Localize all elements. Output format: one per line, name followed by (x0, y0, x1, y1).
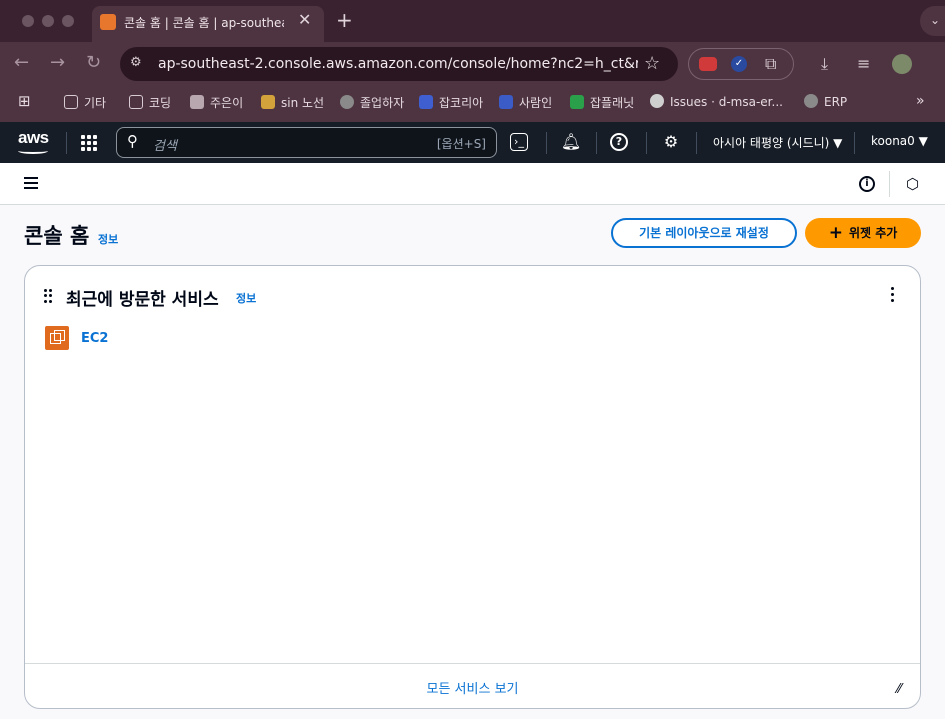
window-minimize-dot[interactable] (42, 15, 54, 27)
info-panel-icon[interactable]: i (859, 176, 875, 192)
divider (696, 132, 697, 154)
divider (646, 132, 647, 154)
divider (854, 132, 855, 154)
site-settings-icon[interactable]: ⚙ (130, 55, 148, 73)
reset-layout-button[interactable]: 기본 레이아웃으로 재설정 (611, 218, 797, 248)
profile-avatar[interactable] (892, 54, 912, 74)
add-widget-label: 위젯 추가 (848, 226, 898, 240)
scale-icon (261, 95, 275, 109)
divider (596, 132, 597, 154)
page-title: 콘솔 홈 (24, 224, 90, 248)
red-extension-icon[interactable] (699, 57, 717, 71)
widget-footer-divider (25, 663, 920, 664)
bookmarks-overflow-icon[interactable]: » (916, 93, 925, 109)
bookmark-star-icon[interactable]: ☆ (644, 53, 660, 74)
settings-gear-icon[interactable]: ⚙ (660, 131, 682, 153)
media-control-icon[interactable]: ≡ (857, 54, 870, 73)
divider (66, 132, 67, 154)
widget-title: 최근에 방문한 서비스 (66, 290, 219, 310)
side-menu-hamburger-icon[interactable] (24, 177, 38, 189)
browser-toolbar: ← → ↻ ⚙ ap-southeast-2.console.aws.amazo… (0, 42, 945, 86)
bookmark-item[interactable]: 잡코리아 (419, 94, 483, 111)
puzzle-extension-icon[interactable]: ⧉ (765, 54, 776, 74)
github-icon (650, 94, 664, 108)
bookmark-item[interactable]: 기타 (64, 94, 106, 111)
bookmark-item[interactable]: 졸업하자 (340, 94, 404, 111)
forward-arrow-icon[interactable]: → (50, 52, 65, 73)
bookmark-item[interactable]: Issues · d-msa-er... (650, 94, 783, 109)
back-arrow-icon[interactable]: ← (14, 52, 29, 73)
cloudshell-icon[interactable]: ›_ (510, 133, 528, 151)
search-shortcut-hint: [옵션+S] (436, 137, 486, 151)
tab-search-chevron-icon[interactable]: ⌄ (920, 6, 945, 36)
notifications-bell-icon[interactable]: 🔔︎ (560, 131, 582, 153)
address-bar[interactable]: ⚙ ap-southeast-2.console.aws.amazon.com/… (120, 47, 678, 81)
jobplanet-icon (570, 95, 584, 109)
jobkorea-icon (419, 95, 433, 109)
chart-icon (190, 95, 204, 109)
bookmark-item[interactable]: 잡플래닛 (570, 94, 634, 111)
reload-icon[interactable]: ↻ (86, 52, 101, 73)
globe-icon (340, 95, 354, 109)
aws-favicon-icon (100, 14, 116, 30)
window-close-dot[interactable] (22, 15, 34, 27)
widget-actions-kebab-icon[interactable] (891, 287, 895, 305)
page-info-link[interactable]: 정보 (98, 231, 118, 247)
globe-icon (804, 94, 818, 108)
aws-logo-smile-icon (18, 148, 48, 154)
plus-icon: + (828, 223, 843, 243)
services-grid-icon[interactable] (81, 135, 97, 151)
extensions-group: ✓ ⧉ (688, 48, 794, 80)
service-link-ec2[interactable]: EC2 (81, 331, 108, 346)
check-extension-icon[interactable]: ✓ (731, 56, 747, 72)
resize-handle-icon[interactable]: ⁄⁄ (897, 682, 901, 697)
browser-tab[interactable]: 콘솔 홈 | 콘솔 홈 | ap-southeast-2 ✕ (92, 6, 324, 42)
search-input[interactable]: ⚲ 검색 [옵션+S] (116, 127, 497, 158)
saramin-icon (499, 95, 513, 109)
search-placeholder: 검색 (153, 139, 177, 154)
drag-handle-icon[interactable] (44, 289, 52, 303)
bookmark-item[interactable]: 사람인 (499, 94, 552, 111)
help-icon[interactable]: ? (610, 133, 628, 151)
new-tab-button[interactable]: + (336, 8, 353, 32)
add-widget-button[interactable]: + 위젯 추가 (805, 218, 921, 248)
hexagon-settings-icon[interactable]: ⬡ (906, 175, 919, 193)
bookmark-item[interactable]: 주은이 (190, 94, 243, 111)
folder-icon (64, 95, 78, 109)
ec2-service-icon[interactable] (45, 326, 69, 350)
aws-top-nav: aws ⚲ 검색 [옵션+S] ›_ 🔔︎ ? ⚙ 아시아 태평양 (시드니) … (0, 122, 945, 163)
browser-tab-bar: 콘솔 홈 | 콘솔 홈 | ap-southeast-2 ✕ + ⌄ (0, 0, 945, 42)
aws-logo[interactable]: aws (18, 128, 49, 148)
apps-grid-icon[interactable]: ⊞ (18, 92, 31, 110)
search-icon: ⚲ (127, 132, 138, 150)
widget-info-link[interactable]: 정보 (236, 290, 256, 306)
download-icon[interactable]: ⤓ (821, 54, 828, 74)
divider (889, 171, 890, 197)
region-selector[interactable]: 아시아 태평양 (시드니) ▼ (713, 134, 842, 151)
bookmark-item[interactable]: ERP (804, 94, 847, 109)
url-text[interactable]: ap-southeast-2.console.aws.amazon.com/co… (158, 56, 638, 72)
tab-title: 콘솔 홈 | 콘솔 홈 | ap-southeast-2 (124, 16, 284, 30)
recent-services-widget: 최근에 방문한 서비스 정보 EC2 모든 서비스 보기 ⁄⁄ (24, 265, 921, 709)
console-subnav: i ⬡ (0, 163, 945, 205)
folder-icon (129, 95, 143, 109)
window-zoom-dot[interactable] (62, 15, 74, 27)
account-menu[interactable]: koona0 ▼ (871, 134, 928, 148)
bookmark-item[interactable]: sin 노선 (261, 94, 324, 111)
view-all-services-link[interactable]: 모든 서비스 보기 (25, 678, 920, 697)
bookmarks-bar: ⊞ 기타 코딩 주은이 sin 노선 졸업하자 잡코리아 사람인 잡플래닛 Is… (0, 86, 945, 122)
bookmark-item[interactable]: 코딩 (129, 94, 171, 111)
tab-close-icon[interactable]: ✕ (298, 10, 311, 29)
divider (546, 132, 547, 154)
